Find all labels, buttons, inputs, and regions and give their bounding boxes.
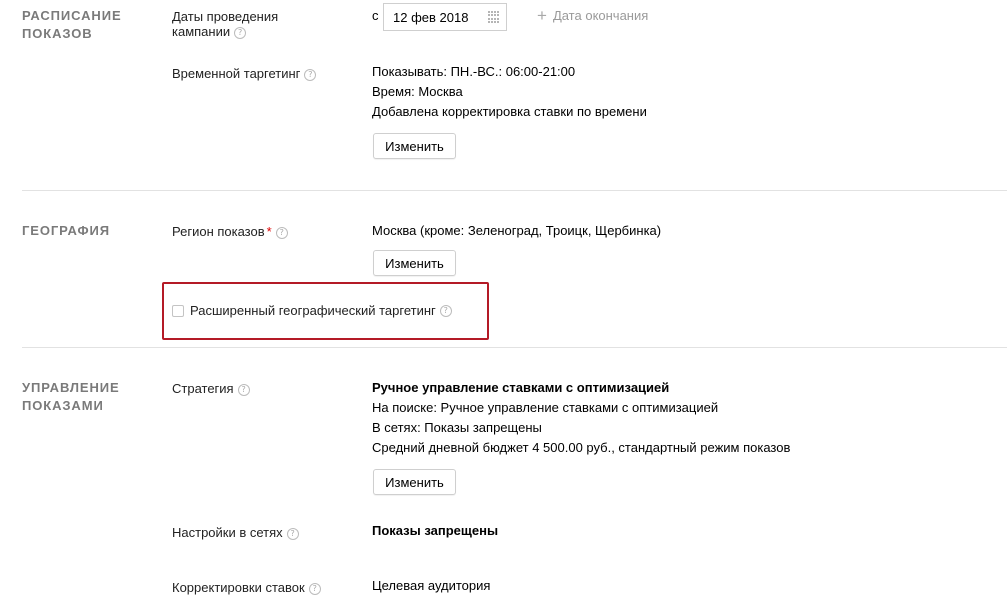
calendar-icon[interactable] [488,11,500,23]
extended-geo-targeting-checkbox[interactable]: Расширенный географический таргетинг? [172,303,452,318]
section-divider [22,347,1007,348]
time-targeting-line: Добавлена корректировка ставки по времен… [372,104,647,119]
section-title-schedule-line2: показов [22,26,93,41]
change-time-targeting-button[interactable]: Изменить [373,133,456,159]
help-icon[interactable]: ? [304,69,317,81]
help-icon[interactable]: ? [275,227,288,239]
bid-adjustments-value: Целевая аудитория [372,578,491,593]
time-targeting-label: Временной таргетинг? [172,66,317,81]
help-icon[interactable]: ? [308,583,321,595]
strategy-label: Стратегия? [172,381,250,396]
strategy-line: В сетях: Показы запрещены [372,420,542,435]
start-date-input[interactable]: 12 фев 2018 [383,3,507,31]
time-targeting-details: Показывать: ПН.-ВС.: 06:00-21:00 Время: … [372,62,647,122]
help-icon[interactable]: ? [237,384,250,396]
section-title-geography: География [22,223,110,238]
section-divider [22,190,1007,191]
section-title-management-line2: показами [22,398,104,413]
strategy-line: На поиске: Ручное управление ставками с … [372,400,719,415]
help-icon[interactable]: ? [439,304,452,317]
help-icon[interactable]: ? [286,528,299,540]
help-icon[interactable]: ? [234,27,247,39]
campaign-dates-label-line1: Даты проведения [172,9,279,24]
network-settings-label: Настройки в сетях? [172,525,299,540]
campaign-dates-label-line2: кампании? [172,24,278,39]
section-title-management: Управление показами [22,379,120,415]
region-label: Регион показов *? [172,224,288,239]
region-value: Москва (кроме: Зеленоград, Троицк, Щерби… [372,223,662,238]
plus-icon: + [537,5,547,25]
change-strategy-button[interactable]: Изменить [373,469,456,495]
campaign-dates-label: Даты проведения кампании? [172,9,278,39]
start-date-value: 12 фев 2018 [393,9,469,25]
network-settings-value: Показы запрещены [372,523,499,538]
required-mark: * [266,224,272,239]
bid-adjustments-label: Корректировки ставок? [172,580,321,595]
checkbox-box[interactable] [172,304,184,317]
strategy-line: Средний дневной бюджет 4 500.00 руб., ст… [372,440,791,455]
section-title-management-line1: Управление [22,380,120,395]
time-targeting-line: Показывать: ПН.-ВС.: 06:00-21:00 [372,64,576,79]
strategy-details: Ручное управление ставками с оптимизацие… [372,378,790,458]
add-end-date-link[interactable]: + Дата окончания [537,5,649,25]
time-targeting-line: Время: Москва [372,84,463,99]
section-title-schedule: Расписание показов [22,7,122,43]
strategy-title: Ручное управление ставками с оптимизацие… [372,380,670,395]
date-from-prefix: с [372,8,379,23]
section-title-schedule-line1: Расписание [22,8,122,23]
add-end-date-label: Дата окончания [552,8,649,23]
change-region-button[interactable]: Изменить [373,250,456,276]
extended-geo-targeting-label: Расширенный географический таргетинг [190,303,436,318]
